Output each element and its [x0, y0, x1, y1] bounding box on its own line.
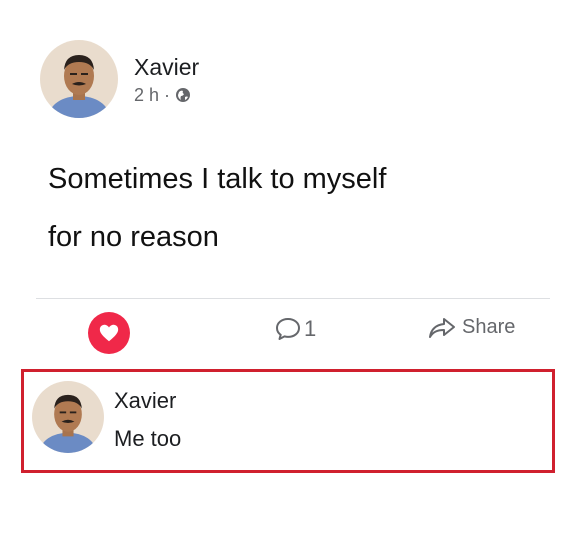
comment-avatar[interactable] — [32, 381, 104, 453]
post-text-line: for no reason — [48, 221, 219, 253]
post-text-line: Sometimes I talk to myself — [48, 163, 387, 195]
share-button[interactable]: Share — [428, 316, 515, 339]
actions-divider — [36, 298, 550, 299]
avatar[interactable] — [40, 40, 118, 118]
comment-count: 1 — [304, 316, 317, 341]
comment-author-name[interactable]: Xavier — [114, 388, 176, 414]
post-actions: 1 Share — [0, 310, 586, 354]
post-meta: 2 h · — [134, 85, 199, 106]
post-timestamp[interactable]: 2 h — [134, 85, 159, 106]
comment-button[interactable]: 1 — [275, 316, 316, 342]
comment-avatar-image — [32, 381, 104, 453]
heart-icon — [99, 324, 119, 342]
share-arrow-icon — [429, 317, 455, 338]
comment-bubble-icon — [276, 318, 300, 340]
post-header: Xavier 2 h · — [40, 40, 199, 118]
meta-separator: · — [164, 84, 171, 105]
post-author-name[interactable]: Xavier — [134, 53, 199, 81]
globe-icon — [175, 87, 191, 103]
post-text: Sometimes I talk to myself for no reason — [48, 150, 548, 266]
comment-text: Me too — [114, 426, 182, 451]
highlighted-comment: Xavier Me too — [21, 369, 555, 473]
share-label: Share — [462, 316, 516, 338]
like-button[interactable] — [88, 312, 130, 354]
post-header-text: Xavier 2 h · — [134, 53, 199, 106]
avatar-image — [40, 40, 118, 118]
